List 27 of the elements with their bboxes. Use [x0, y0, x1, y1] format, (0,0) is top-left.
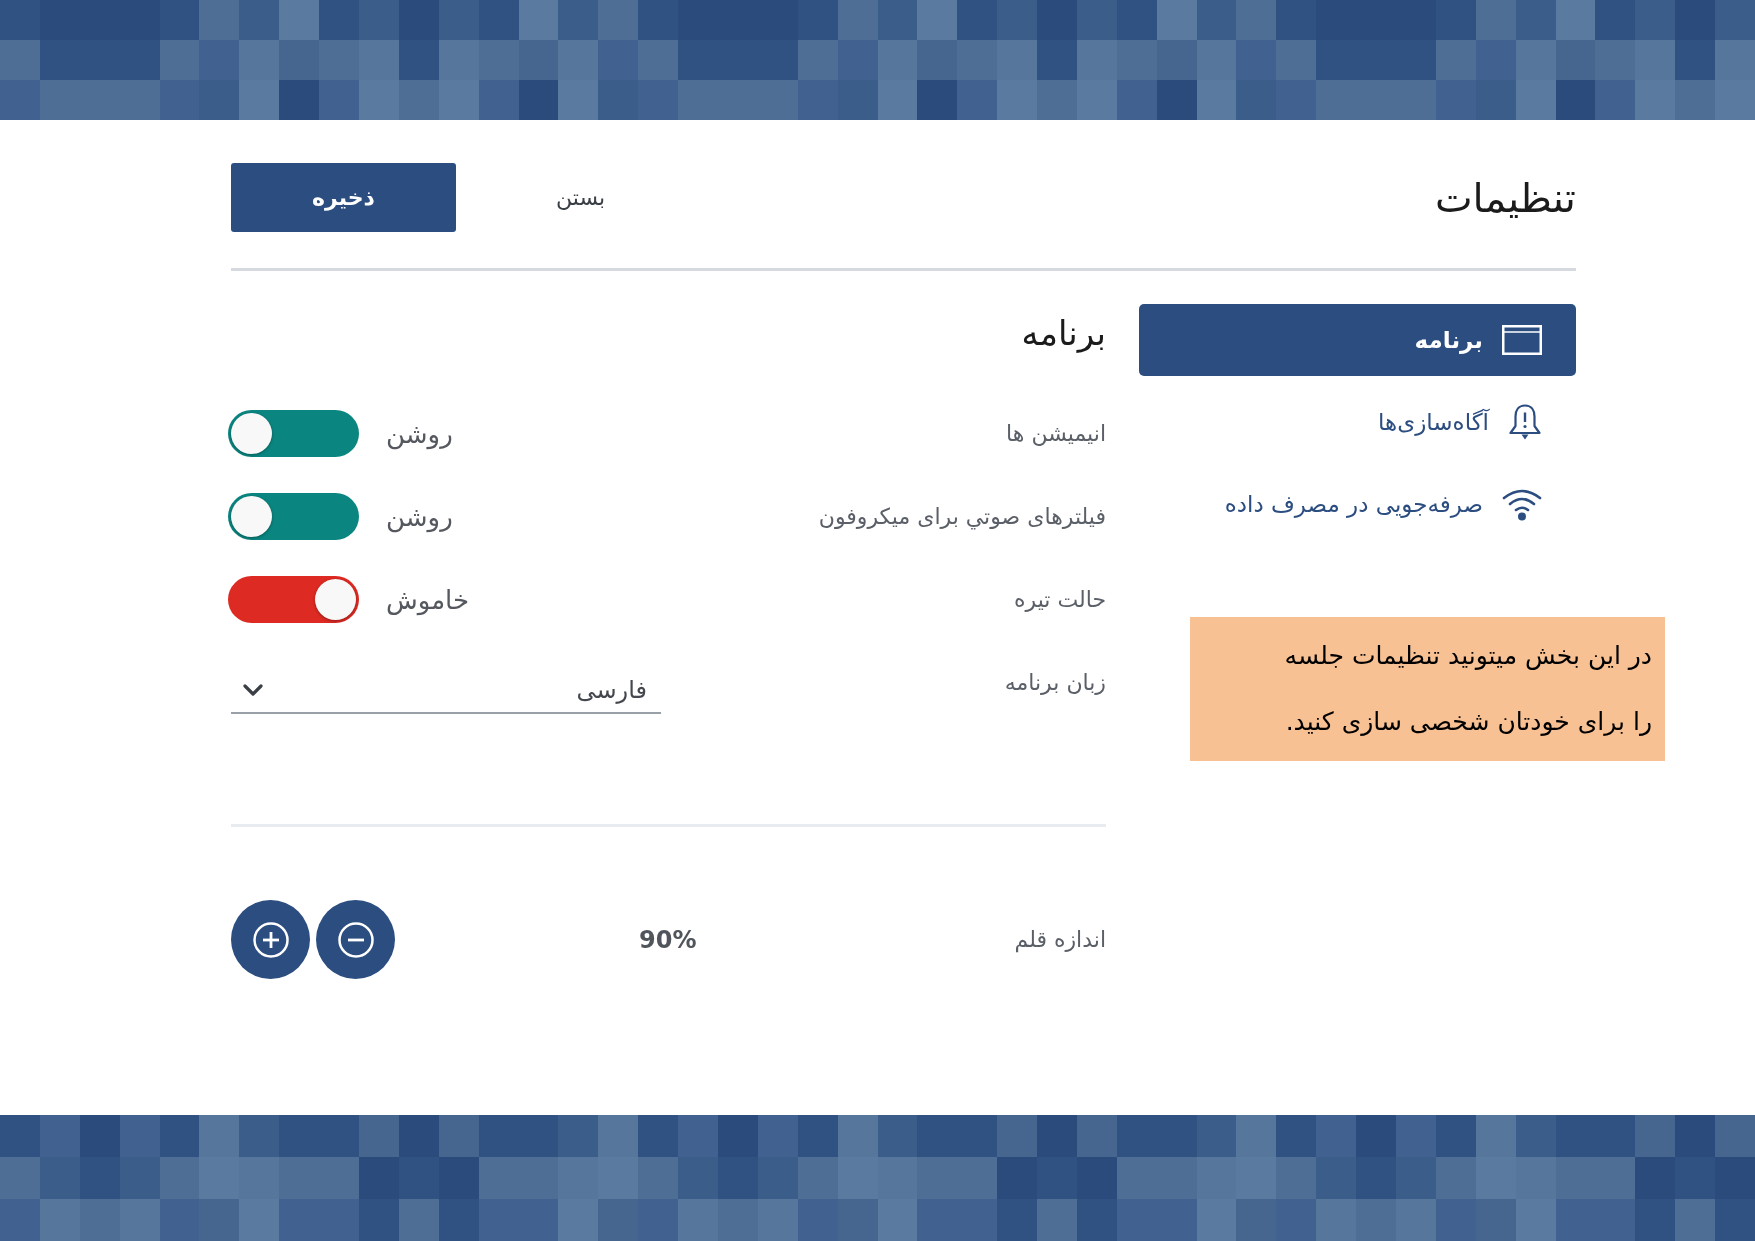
- toggle-switch[interactable]: [228, 410, 359, 457]
- sidebar-item[interactable]: آگاه‌سازی‌ها: [1139, 386, 1576, 458]
- close-button[interactable]: بستن: [536, 177, 626, 218]
- toggle-switch[interactable]: [228, 493, 359, 540]
- window-icon: [1502, 325, 1542, 355]
- setting-label: انیمیشن ها: [1006, 421, 1106, 446]
- sidebar-item[interactable]: برنامه: [1139, 304, 1576, 376]
- sidebar-item[interactable]: صرفه‌جویی در مصرف داده: [1139, 468, 1576, 540]
- save-button[interactable]: ذخیره: [231, 163, 456, 232]
- hint-text: در این بخش میتونید تنظیمات جلسه را برای خودتان شخصی سازی کنید.: [1283, 640, 1652, 738]
- toggle-state-text: خاموش: [386, 584, 470, 615]
- setting-label: حالت تیره: [1013, 587, 1106, 612]
- wifi-icon: [1502, 487, 1542, 521]
- toggle-state-text: روشن: [386, 418, 453, 449]
- setting-label: اندازه قلم: [1014, 927, 1106, 952]
- setting-label: فیلترهای صوتي برای میکروفون: [818, 504, 1106, 529]
- bell-icon: [1508, 403, 1542, 441]
- section-title: برنامه: [1020, 312, 1106, 355]
- dialog-title: تنظیمات: [1434, 173, 1576, 222]
- toggle-switch[interactable]: [228, 576, 359, 623]
- chevron-down-icon: [243, 684, 263, 696]
- minus-circle-icon: [337, 921, 374, 958]
- language-dropdown[interactable]: فارسی: [231, 668, 661, 714]
- setting-label: زبان برنامه: [1004, 670, 1106, 695]
- font-size-value: 90%: [639, 925, 697, 954]
- plus-circle-icon: [252, 921, 289, 958]
- toggle-state-text: روشن: [386, 501, 453, 532]
